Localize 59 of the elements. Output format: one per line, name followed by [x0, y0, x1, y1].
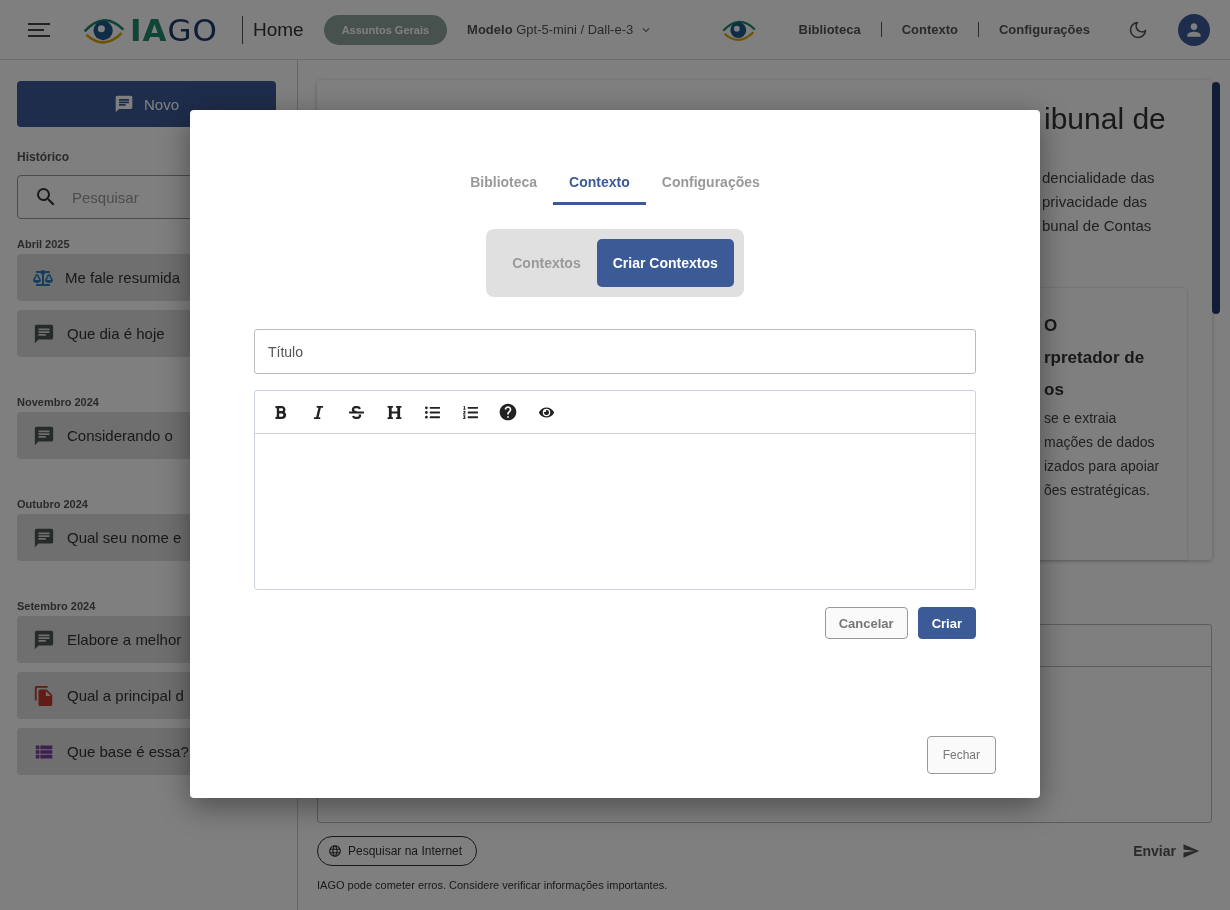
- strikethrough-icon: [348, 404, 364, 420]
- chat-icon: [114, 94, 134, 114]
- group-label: Novembro 2024: [17, 396, 100, 408]
- nav-link[interactable]: Contexto: [880, 22, 978, 37]
- feature-title: O: [1044, 315, 1059, 337]
- welcome-text: bunal de Contas: [1042, 216, 1153, 236]
- scales-icon: [33, 267, 53, 288]
- model-selector[interactable]: Modelo Gpt-5-mini / Dall-e-3: [467, 22, 634, 37]
- welcome-text: privacidade das: [1042, 192, 1149, 212]
- bold-icon: [272, 404, 288, 420]
- history-item-text: Elabore a melhor: [67, 631, 182, 648]
- title-field[interactable]: Título: [254, 329, 976, 374]
- dialog-tab[interactable]: Configurações: [645, 170, 776, 205]
- feature-title: os: [1044, 379, 1065, 401]
- group-label: Abril 2025: [17, 238, 71, 250]
- numbered-list-icon: [462, 404, 478, 420]
- help-icon: [498, 402, 518, 422]
- group-label: Outubro 2024: [17, 498, 89, 510]
- chat-icon: [33, 526, 55, 549]
- segment-button[interactable]: Criar Contextos: [596, 239, 734, 287]
- feature-text: mações de dados: [1044, 433, 1156, 452]
- chat-icon: [33, 424, 55, 447]
- create-button[interactable]: Criar: [917, 607, 976, 639]
- moon-icon[interactable]: [1128, 19, 1148, 40]
- welcome-text: dencialidade das: [1042, 168, 1156, 188]
- documents-icon: [33, 684, 55, 707]
- avatar[interactable]: [1178, 13, 1210, 46]
- feature-text: izados para apoiar: [1044, 457, 1161, 476]
- chat-icon: [33, 628, 55, 651]
- feature-text: se e extraia: [1044, 409, 1118, 428]
- feature-title: rpretador de: [1044, 347, 1146, 369]
- nav-link[interactable]: Configurações: [978, 22, 1110, 37]
- history-item-text: Me fale resumida: [65, 269, 181, 286]
- send-icon: [1182, 842, 1200, 860]
- scrollbar-thumb[interactable]: [1212, 82, 1220, 314]
- history-item-text: Qual seu nome e: [67, 529, 182, 546]
- welcome-title: ibunal de: [1044, 102, 1167, 136]
- history-title: Histórico: [17, 150, 70, 164]
- bullet-list-icon: [424, 404, 440, 420]
- chat-icon: [33, 322, 55, 345]
- history-item-text: Que dia é hoje: [67, 325, 165, 342]
- menu-icon[interactable]: [28, 21, 50, 38]
- history-item-text: Qual a principal d: [67, 687, 184, 704]
- logo-text: IAGO: [130, 11, 218, 48]
- history-item-text: Que base é essa?: [67, 743, 189, 760]
- page-title: Home: [252, 18, 304, 41]
- feature-text: ões estratégicas.: [1044, 481, 1151, 500]
- disclaimer-text: IAGO pode cometer erros. Considere verificar informações importantes.: [317, 879, 669, 891]
- group-label: Setembro 2024: [17, 600, 97, 612]
- nav-link[interactable]: Biblioteca: [778, 22, 881, 37]
- heading-icon: [386, 404, 402, 420]
- history-item-text: Considerando o: [67, 427, 173, 444]
- cancel-button[interactable]: Cancelar: [824, 607, 908, 639]
- globe-icon: [328, 844, 342, 858]
- send-button[interactable]: Enviar: [1127, 841, 1206, 861]
- dialog-tab[interactable]: Contexto: [553, 170, 646, 205]
- segment-button[interactable]: Contextos: [496, 239, 597, 287]
- dialog-tab[interactable]: Biblioteca: [454, 170, 554, 205]
- close-button[interactable]: Fechar: [926, 736, 996, 774]
